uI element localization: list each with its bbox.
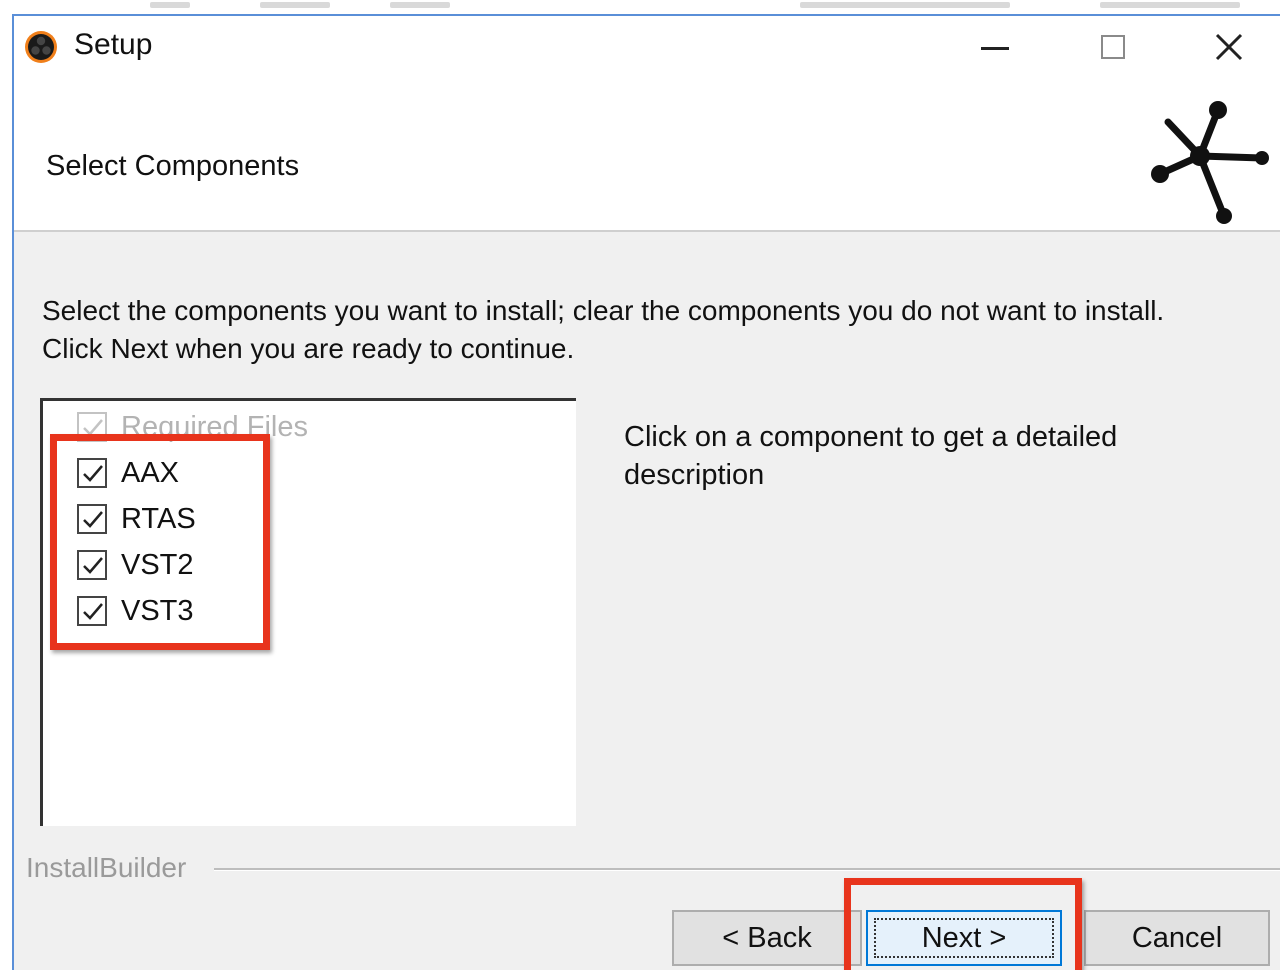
back-button[interactable]: < Back bbox=[672, 910, 862, 966]
title-bar[interactable]: Setup bbox=[14, 16, 1280, 78]
minimize-button[interactable] bbox=[940, 16, 1050, 78]
minimize-icon bbox=[981, 46, 1009, 50]
branding-separator bbox=[214, 868, 1280, 871]
highlight-annotation-next bbox=[844, 878, 1082, 970]
window-title: Setup bbox=[74, 28, 153, 61]
close-icon bbox=[1215, 33, 1243, 61]
component-description: Click on a component to get a detailed d… bbox=[624, 421, 1118, 491]
wizard-content: Select the components you want to instal… bbox=[14, 232, 1280, 970]
molecule-star-logo-icon bbox=[1151, 101, 1269, 224]
close-button[interactable] bbox=[1174, 16, 1280, 78]
cancel-button[interactable]: Cancel bbox=[1084, 910, 1270, 966]
back-button-label: < Back bbox=[722, 921, 812, 954]
highlight-annotation-components bbox=[50, 434, 270, 650]
installbuilder-label: InstallBuilder bbox=[26, 852, 197, 884]
wizard-header: Select Components bbox=[14, 78, 1280, 232]
instructions-text: Select the components you want to instal… bbox=[42, 295, 1165, 364]
setup-window: Setup Select Components Select the compo… bbox=[12, 14, 1280, 970]
maximize-button[interactable] bbox=[1058, 16, 1168, 78]
app-icon bbox=[25, 31, 57, 63]
maximize-icon bbox=[1101, 35, 1125, 59]
cancel-button-label: Cancel bbox=[1131, 921, 1223, 954]
page-title: Select Components bbox=[46, 150, 300, 182]
background-app-strip bbox=[0, 0, 1282, 14]
